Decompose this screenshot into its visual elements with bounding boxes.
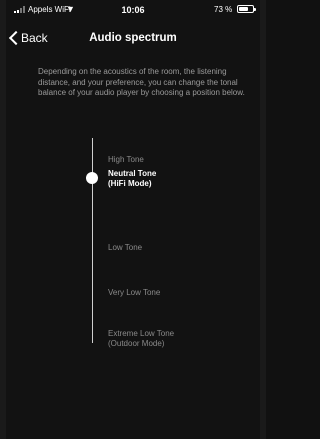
tone-option-label: High Tone xyxy=(108,155,144,164)
status-bar: Appels WiFi ▼ 10:06 73 % xyxy=(0,0,266,20)
intro-description: Depending on the acoustics of the room, … xyxy=(38,67,245,97)
tone-option-label: Extreme Low Tone xyxy=(108,329,175,338)
tone-option-very-low[interactable]: Very Low Tone xyxy=(108,288,160,298)
battery-percentage: 73 % xyxy=(214,5,233,14)
battery-icon xyxy=(237,5,256,13)
navigation-bar: Back Audio spectrum xyxy=(0,22,266,52)
tone-option-sublabel: (Outdoor Mode) xyxy=(108,339,165,348)
tone-option-sublabel: (HiFi Mode) xyxy=(108,179,152,188)
tone-option-label: Very Low Tone xyxy=(108,288,161,297)
tone-slider-knob[interactable] xyxy=(86,172,98,184)
tone-option-low[interactable]: Low Tone xyxy=(108,243,142,253)
tone-option-extreme-low[interactable]: Extreme Low Tone (Outdoor Mode) xyxy=(108,329,174,349)
tone-slider-track[interactable] xyxy=(92,138,93,343)
battery-level-fill xyxy=(239,7,248,11)
tone-option-neutral[interactable]: Neutral Tone (HiFi Mode) xyxy=(108,169,156,189)
tone-option-high[interactable]: High Tone xyxy=(108,155,144,165)
tone-option-label: Neutral Tone xyxy=(108,169,157,178)
tone-option-label: Low Tone xyxy=(108,243,143,252)
app-screen: Appels WiFi ▼ 10:06 73 % Back Audio spec… xyxy=(0,0,266,439)
page-title: Audio spectrum xyxy=(89,32,177,44)
